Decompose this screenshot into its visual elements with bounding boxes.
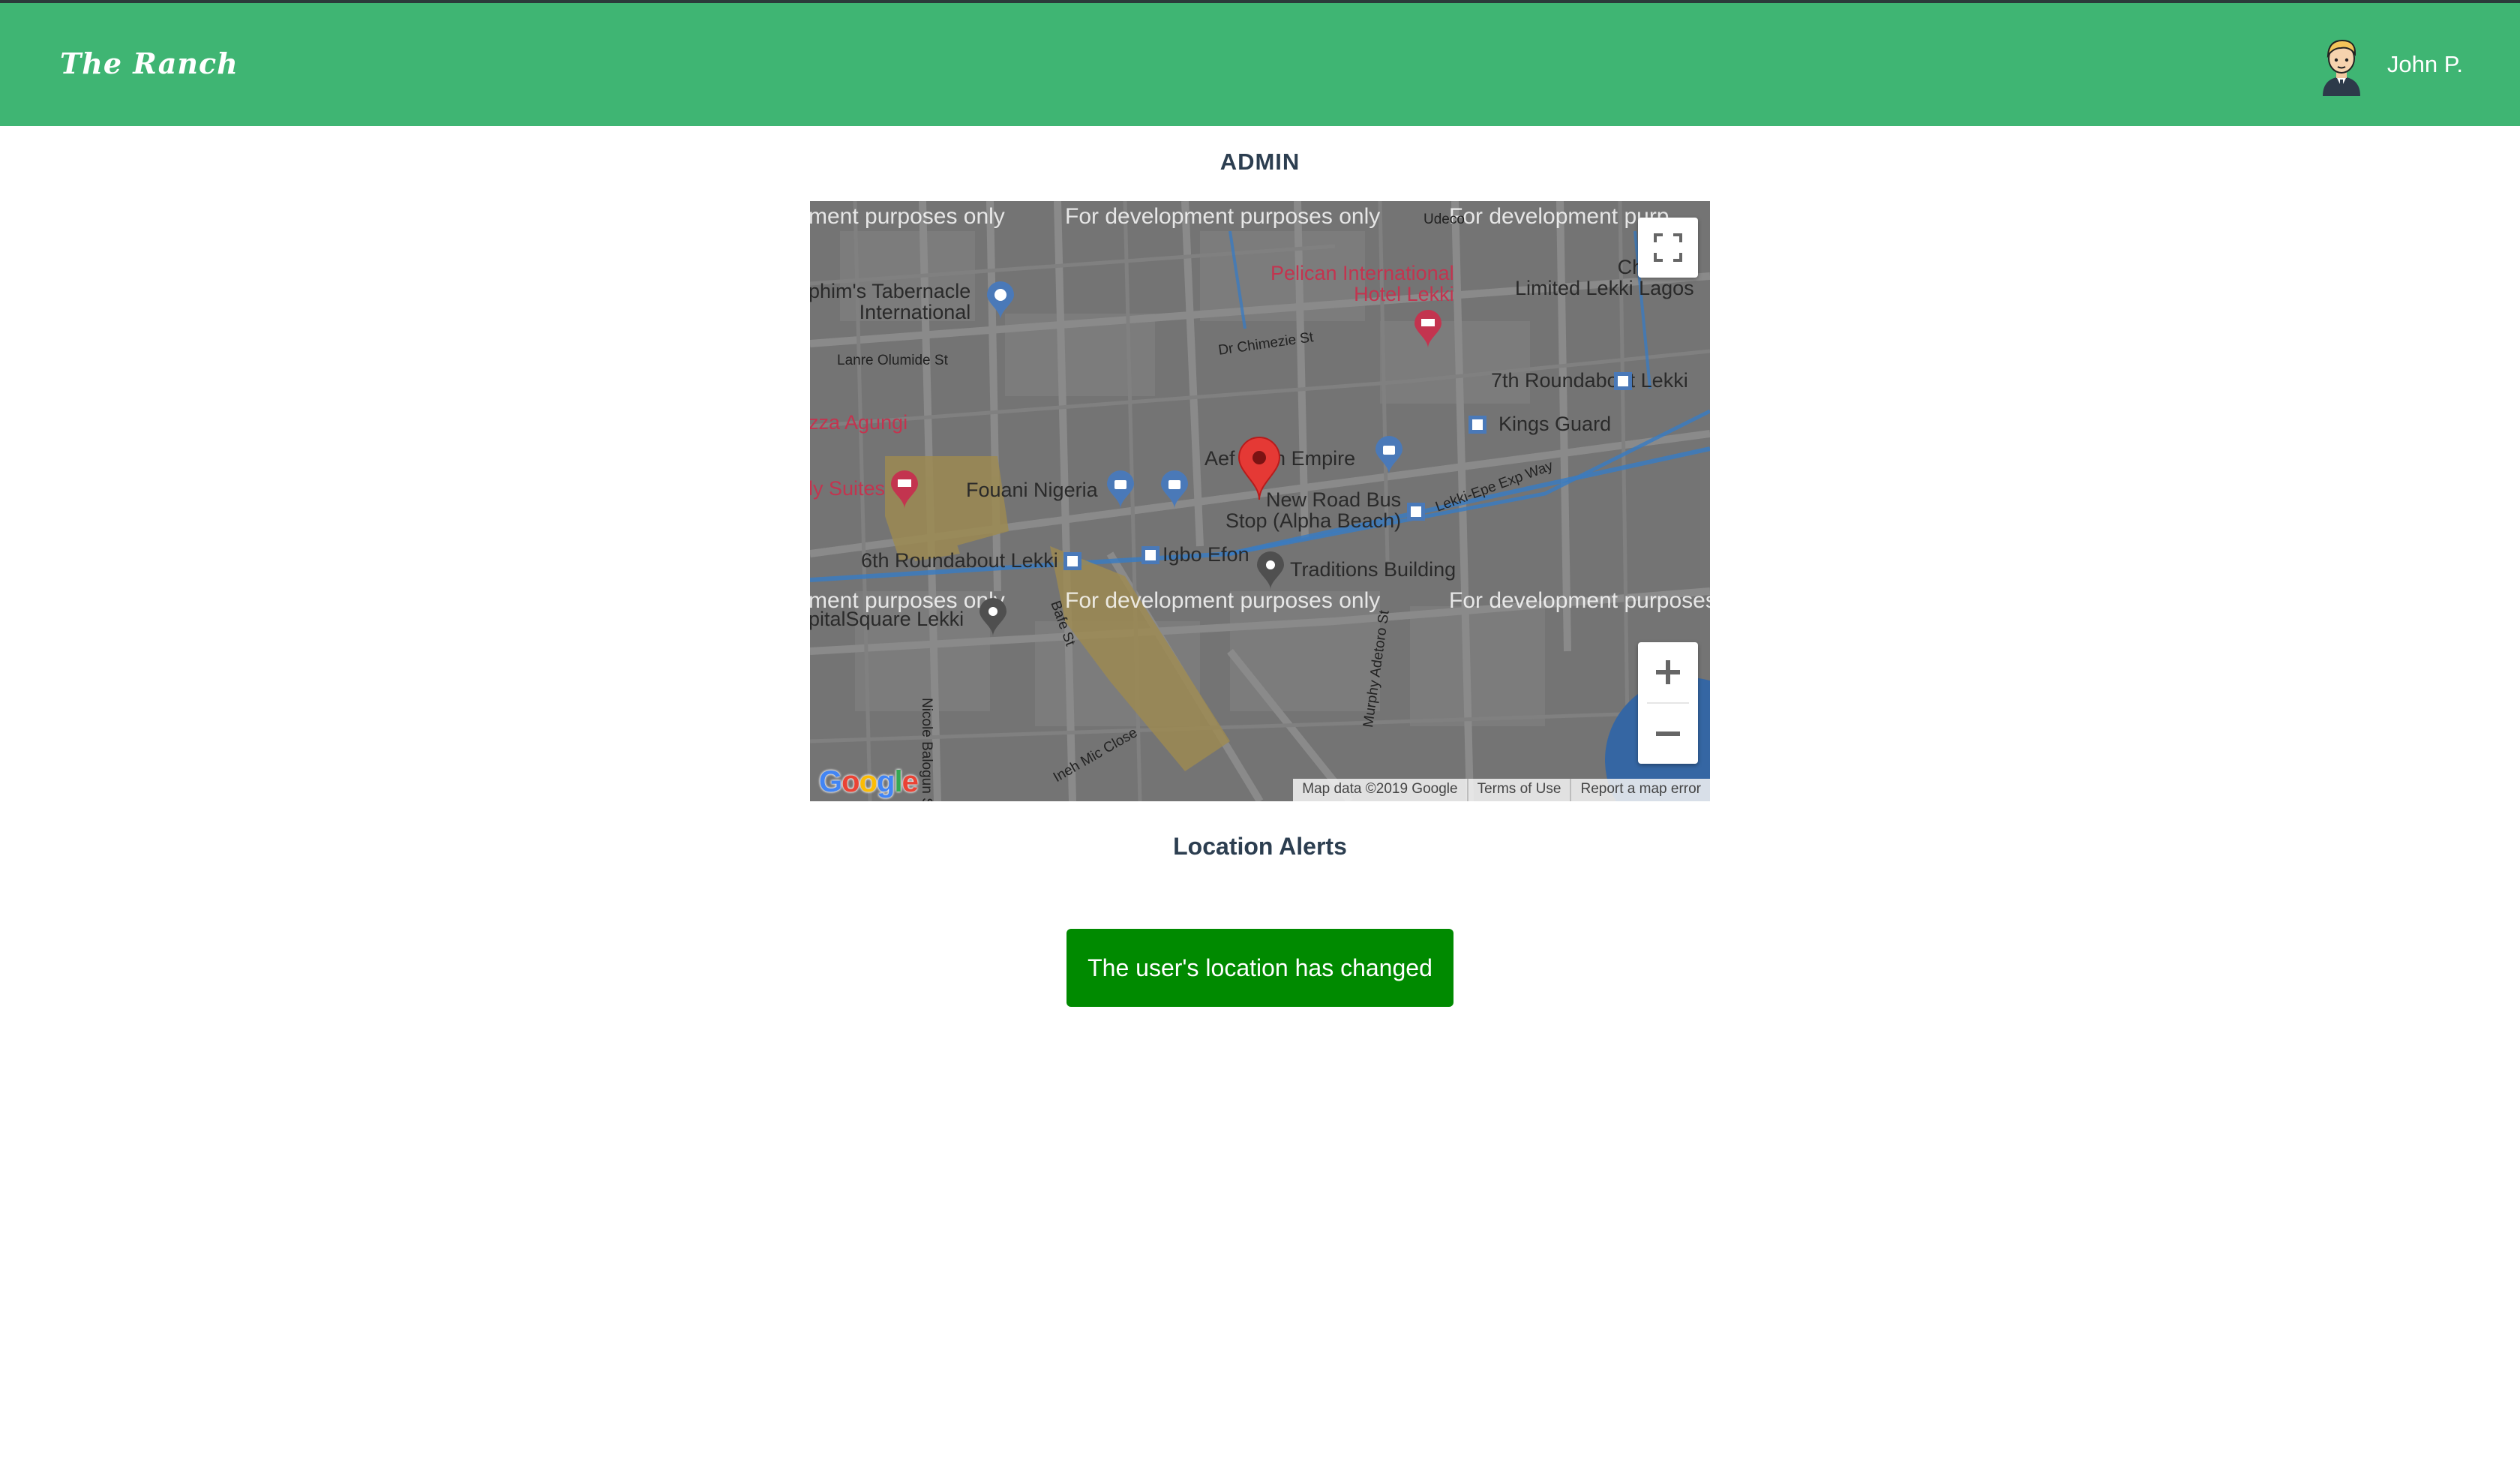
map-attribution: Map data ©2019 Google Terms of Use Repor… bbox=[1293, 779, 1710, 801]
map-label: zza Agungi bbox=[810, 411, 908, 434]
shopping-pin-icon[interactable] bbox=[1374, 435, 1404, 476]
location-changed-alert: The user's location has changed bbox=[1066, 929, 1454, 1007]
bus-stop-icon[interactable] bbox=[1612, 371, 1634, 392]
user-menu[interactable]: John P. bbox=[2315, 33, 2463, 96]
map-label: Kings Guard bbox=[1498, 413, 1612, 435]
map-watermark: For development purp bbox=[1449, 204, 1670, 229]
place-pin-icon[interactable] bbox=[1256, 551, 1286, 591]
map[interactable]: ment purposes only For development purpo… bbox=[810, 201, 1710, 801]
map-label: phim's Tabernacle International bbox=[810, 280, 971, 323]
church-pin-icon[interactable] bbox=[986, 281, 1016, 321]
google-logo[interactable]: Google bbox=[819, 765, 919, 799]
location-alerts-heading: Location Alerts bbox=[1173, 833, 1347, 860]
map-label: pitalSquare Lekki bbox=[810, 608, 964, 630]
map-watermark: For development purposes only bbox=[1065, 204, 1381, 229]
map-label: 7th Roundabout Lekki bbox=[1491, 369, 1688, 392]
page-title: ADMIN bbox=[1220, 149, 1300, 175]
map-label: ly Suites bbox=[810, 477, 886, 500]
map-street-label: Lanre Olumide St bbox=[837, 353, 948, 368]
bus-stop-icon[interactable] bbox=[1467, 414, 1488, 435]
bus-stop-icon[interactable] bbox=[1062, 551, 1083, 572]
bus-stop-icon[interactable] bbox=[1140, 545, 1161, 566]
hotel-pin-icon[interactable] bbox=[890, 470, 920, 510]
map-label: 6th Roundabout Lekki bbox=[861, 549, 1058, 572]
map-label: Igbo Efon bbox=[1162, 543, 1250, 566]
hotel-pin-icon[interactable] bbox=[1413, 309, 1443, 350]
plus-icon bbox=[1656, 660, 1680, 684]
map-label: Pelican International Hotel Lekki bbox=[1270, 262, 1454, 305]
zoom-controls bbox=[1638, 642, 1698, 764]
map-street-label: Udeco bbox=[1424, 212, 1465, 227]
fullscreen-icon bbox=[1654, 233, 1682, 262]
place-pin-icon[interactable] bbox=[978, 597, 1008, 638]
map-street-label: Nicole Balogun Street bbox=[919, 698, 934, 801]
shopping-pin-icon[interactable] bbox=[1160, 470, 1190, 510]
map-data-label: Map data ©2019 Google bbox=[1302, 781, 1458, 797]
zoom-out-button[interactable] bbox=[1638, 704, 1698, 764]
report-map-error-link[interactable]: Report a map error bbox=[1570, 779, 1710, 801]
shopping-pin-icon[interactable] bbox=[1106, 470, 1136, 510]
navbar: The Ranch John P. bbox=[0, 3, 2520, 126]
fullscreen-button[interactable] bbox=[1638, 218, 1698, 278]
location-marker-icon[interactable] bbox=[1238, 437, 1281, 501]
user-name: John P. bbox=[2386, 51, 2463, 77]
avatar bbox=[2322, 39, 2360, 96]
bus-stop-icon[interactable] bbox=[1406, 501, 1426, 522]
brand-logo[interactable]: The Ranch bbox=[60, 47, 238, 80]
map-watermark: For development purposes bbox=[1449, 588, 1710, 613]
map-watermark: ment purposes only bbox=[810, 204, 1005, 229]
map-watermark: For development purposes only bbox=[1065, 588, 1381, 613]
terms-of-use-link[interactable]: Terms of Use bbox=[1466, 779, 1570, 801]
map-label: Traditions Building bbox=[1290, 558, 1456, 581]
map-label: Fouani Nigeria bbox=[966, 479, 1098, 501]
zoom-in-button[interactable] bbox=[1638, 642, 1698, 702]
minus-icon bbox=[1656, 732, 1680, 736]
